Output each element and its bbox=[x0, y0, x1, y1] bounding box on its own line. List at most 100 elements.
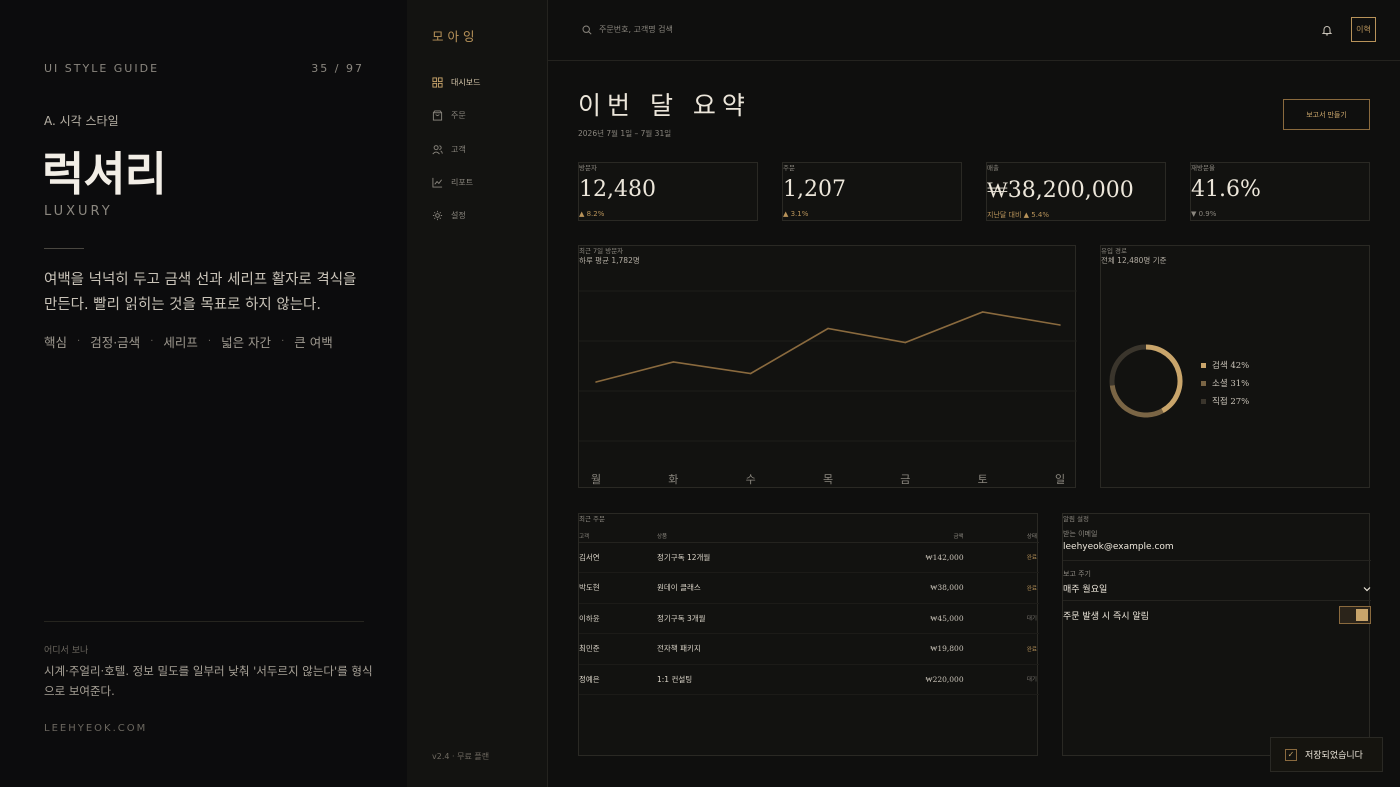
card-label: 알림 설정 bbox=[1063, 515, 1089, 523]
sidebar-item-label: 대시보드 bbox=[451, 78, 481, 88]
column-header[interactable]: 상태 bbox=[1007, 530, 1039, 543]
data-point bbox=[904, 341, 907, 344]
series-line bbox=[595, 311, 1061, 383]
data-point bbox=[595, 381, 597, 383]
product-cell: 1:1 컨설팅 bbox=[657, 664, 796, 695]
create-report-button[interactable]: 보고서 만들기 bbox=[1283, 99, 1370, 130]
check-icon: ✓ bbox=[1285, 748, 1297, 761]
x-tick-label: 월 bbox=[591, 473, 601, 486]
amount-cell: ₩220,000 bbox=[795, 664, 1008, 695]
x-tick-label: 화 bbox=[668, 473, 678, 486]
recent-orders-card: 최근 주문 고객 상품 금액 상태 김서연 정기구독 12개월 ₩142,000 완료… bbox=[578, 513, 1039, 756]
amount-cell: ₩38,000 bbox=[795, 572, 1008, 604]
table-row[interactable]: 김서연 정기구독 12개월 ₩142,000 완료 bbox=[579, 542, 1039, 573]
search-bar[interactable]: 주문번호, 고객명 검색 bbox=[582, 24, 673, 35]
customer-cell: 김서연 bbox=[579, 542, 657, 573]
tag: 넓은 자간 bbox=[221, 335, 272, 350]
table-row[interactable]: 최민준 전자책 패키지 ₩19,800 완료 bbox=[579, 633, 1039, 665]
divider bbox=[44, 248, 84, 249]
toast-notification: ✓ 저장되었습니다 bbox=[1270, 737, 1383, 772]
tag: 핵심 bbox=[44, 335, 68, 350]
sidebar-item-customers[interactable]: 고객 bbox=[432, 133, 480, 166]
date-range: 2026년 7월 1일 – 7월 31일 bbox=[578, 129, 672, 138]
sidebar-item-orders[interactable]: 주문 bbox=[432, 99, 480, 132]
legend-item: 검색 42% bbox=[1201, 356, 1249, 374]
toast-message: 저장되었습니다 bbox=[1305, 751, 1363, 761]
kpi-card-revenue: 매출 ₩38,200,000 지난달 대비 ▲ 5.4% bbox=[986, 162, 1166, 221]
product-cell: 정기구독 12개월 bbox=[657, 542, 796, 573]
legend-label: 소셜 31% bbox=[1212, 379, 1250, 389]
customer-cell: 이하윤 bbox=[579, 603, 657, 634]
tag: 세리프 bbox=[163, 335, 198, 350]
data-point bbox=[672, 361, 675, 363]
table-row[interactable]: 박도현 원데이 클래스 ₩38,000 완료 bbox=[579, 572, 1039, 604]
tag-separator: · bbox=[281, 336, 285, 347]
donut-slice bbox=[1145, 344, 1183, 413]
chart-legend: 검색 42% 소셜 31% 직접 27% bbox=[1201, 356, 1249, 410]
guide-subtitle: LUXURY bbox=[44, 204, 113, 219]
x-tick-label: 일 bbox=[1055, 472, 1065, 486]
toggle-knob bbox=[1356, 609, 1368, 621]
version-label: v2.4 · 무료 플랜 bbox=[432, 752, 490, 761]
bag-icon bbox=[432, 110, 443, 121]
customer-cell: 박도현 bbox=[579, 572, 657, 604]
legend-item: 직접 27% bbox=[1201, 392, 1249, 410]
bell-icon[interactable] bbox=[1321, 24, 1333, 36]
tag-separator: · bbox=[207, 336, 212, 347]
instant-alert-toggle[interactable] bbox=[1339, 606, 1371, 624]
users-icon bbox=[432, 144, 443, 155]
kpi-label: 재방문율 bbox=[1191, 164, 1215, 172]
table-row[interactable]: 정예은 1:1 컨설팅 ₩220,000 대기 bbox=[579, 664, 1039, 695]
column-header[interactable]: 금액 bbox=[795, 530, 1008, 543]
tag: 큰 여백 bbox=[294, 335, 333, 350]
tag-separator: · bbox=[150, 336, 154, 347]
sidebar-item-label: 고객 bbox=[451, 144, 466, 154]
amount-cell: ₩142,000 bbox=[795, 542, 1008, 573]
visits-line-chart: 월화수목금토일 bbox=[579, 290, 1077, 486]
kpi-value: 12,480 bbox=[579, 177, 656, 202]
where-label: 어디서 보나 bbox=[44, 646, 89, 656]
visits-chart-card: 최근 7일 방문자 하루 평균 1,782명 월화수목금토일 bbox=[578, 245, 1077, 488]
legend-swatch bbox=[1201, 380, 1206, 386]
report-cycle-select[interactable]: 매주 월요일 bbox=[1063, 582, 1371, 595]
search-input[interactable]: 주문번호, 고객명 검색 bbox=[599, 24, 673, 35]
sidebar-nav: 대시보드 주문 고객 리포트 설정 bbox=[432, 66, 480, 232]
kpi-delta: 지난달 대비 ▲ 5.4% bbox=[987, 211, 1050, 219]
sidebar-item-reports[interactable]: 리포트 bbox=[432, 166, 480, 199]
amount-cell: ₩45,000 bbox=[795, 603, 1008, 634]
column-header[interactable]: 고객 bbox=[579, 530, 657, 543]
status-cell: 대기 bbox=[1007, 664, 1039, 695]
grid-icon bbox=[432, 77, 443, 88]
sidebar-item-dashboard[interactable]: 대시보드 bbox=[432, 66, 480, 99]
kpi-label: 방문자 bbox=[579, 164, 597, 172]
instant-alert-row: 주문 발생 시 즉시 알림 bbox=[1063, 606, 1371, 624]
search-icon bbox=[582, 24, 592, 35]
sidebar-item-settings[interactable]: 설정 bbox=[432, 199, 480, 232]
guide-tags: 핵심 · 검정·금색 · 세리프 · 넓은 자간 · 큰 여백 bbox=[44, 332, 333, 351]
kpi-value: 41.6% bbox=[1191, 177, 1261, 202]
email-field[interactable]: leehyeok@example.com bbox=[1063, 542, 1371, 552]
column-header[interactable]: 상품 bbox=[657, 530, 796, 543]
kpi-label: 매출 bbox=[987, 164, 999, 172]
kpi-delta: ▲ 3.1% bbox=[783, 210, 809, 218]
site-link[interactable]: LEEHYEOK.COM bbox=[44, 723, 147, 734]
avatar[interactable]: 이혁 bbox=[1351, 17, 1376, 42]
tag-separator: · bbox=[77, 336, 81, 347]
kpi-value: 1,207 bbox=[783, 177, 846, 202]
amount-cell: ₩19,800 bbox=[795, 633, 1008, 665]
data-point bbox=[981, 311, 984, 313]
guide-header: UI STYLE GUIDE 35 / 97 bbox=[44, 62, 364, 75]
table-row[interactable]: 이하윤 정기구독 3개월 ₩45,000 대기 bbox=[579, 603, 1039, 634]
toggle-label: 주문 발생 시 즉시 알림 bbox=[1063, 611, 1149, 622]
donut-slice bbox=[1109, 344, 1147, 386]
sidebar-item-label: 설정 bbox=[451, 211, 466, 221]
legend-swatch bbox=[1201, 398, 1206, 404]
kpi-card-orders: 주문 1,207 ▲ 3.1% bbox=[782, 162, 962, 221]
kpi-value: ₩38,200,000 bbox=[987, 178, 1134, 203]
status-cell: 완료 bbox=[1007, 633, 1039, 665]
page-title: 이번 달 요약 bbox=[578, 91, 751, 120]
brand-logo[interactable]: 모아잉 bbox=[432, 26, 479, 45]
x-tick-label: 금 bbox=[900, 473, 910, 486]
status-cell: 대기 bbox=[1007, 603, 1039, 634]
page-counter: 35 / 97 bbox=[311, 62, 364, 75]
